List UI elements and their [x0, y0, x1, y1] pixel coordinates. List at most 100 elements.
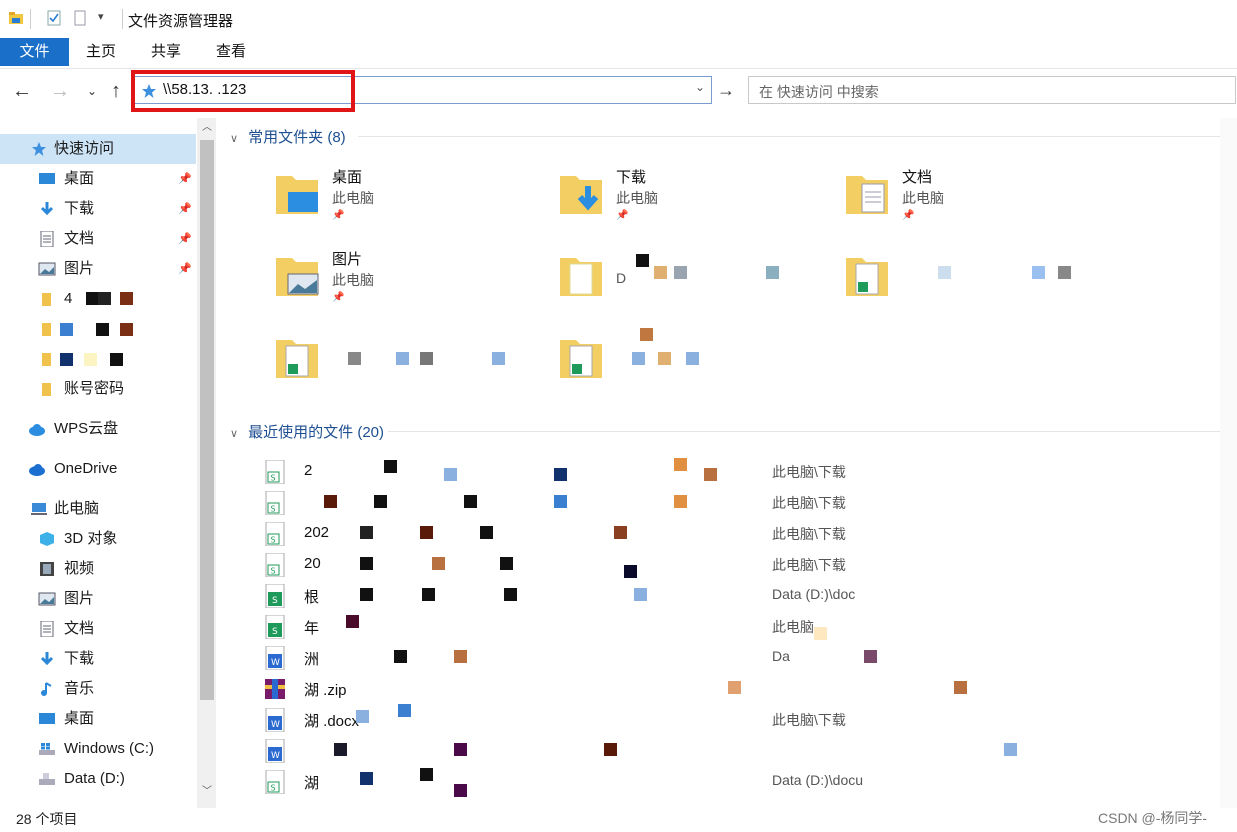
sidebar-item-label: 文档: [64, 230, 95, 247]
redacted-block: [346, 615, 359, 628]
sidebar-item-downloads[interactable]: 下载 📌: [0, 194, 196, 224]
desktop-icon: [39, 713, 55, 724]
divider: [388, 431, 1223, 432]
redacted-block: [420, 768, 433, 781]
sidebar-item-wps-cloud[interactable]: WPS云盘: [0, 414, 196, 444]
ribbon-tabs: 文件 主页 共享 查看: [0, 38, 1237, 69]
sidebar-item-desktop-pc[interactable]: 桌面: [0, 704, 196, 734]
search-placeholder: 在 快速访问 中搜索: [759, 84, 879, 100]
sidebar-item-documents[interactable]: 文档 📌: [0, 224, 196, 254]
sidebar-item-onedrive[interactable]: OneDrive: [0, 454, 196, 484]
recent-file-row[interactable]: S 根 Data (D:)\doc: [264, 580, 1224, 611]
file-location: 此电脑\下载: [772, 464, 846, 480]
folder-icon: [560, 258, 602, 296]
sidebar-item-desktop[interactable]: 桌面 📌: [0, 164, 196, 194]
sidebar-item-3d-objects[interactable]: 3D 对象: [0, 524, 196, 554]
recent-file-row[interactable]: S 此电脑\下载: [264, 487, 1224, 518]
sidebar-item-pictures-pc[interactable]: 图片: [0, 584, 196, 614]
folder-tile-downloads[interactable]: 下载 此电脑 📌: [558, 162, 838, 232]
go-arrow-button[interactable]: →: [716, 76, 736, 104]
properties-icon[interactable]: [46, 10, 62, 26]
recent-file-row[interactable]: S 2 此电脑\下载: [264, 456, 1224, 487]
recent-file-row[interactable]: W: [264, 735, 1224, 766]
redacted-block: [398, 704, 411, 717]
redacted-block: [704, 468, 717, 481]
folder-tile-pictures[interactable]: 图片 此电脑 📌: [274, 244, 554, 314]
sidebar-item-folder[interactable]: [0, 344, 196, 374]
pin-icon[interactable]: 📌: [178, 224, 192, 254]
recent-files-header[interactable]: ∨ 最近使用的文件 (20): [230, 421, 384, 441]
chevron-down-icon[interactable]: ⌄: [695, 80, 705, 94]
sidebar-item-label: 下载: [64, 650, 95, 667]
folder-tile-redacted[interactable]: [274, 326, 554, 396]
sidebar-item-quick-access[interactable]: 快速访问: [0, 134, 196, 164]
sidebar-item-this-pc[interactable]: 此电脑: [0, 494, 196, 524]
forward-button[interactable]: →: [48, 79, 72, 103]
sidebar-item-label: 文档: [64, 620, 95, 637]
svg-text:W: W: [271, 751, 280, 761]
recent-file-row[interactable]: S 湖 Data (D:)\docu: [264, 766, 1224, 797]
customize-toolbar-icon[interactable]: ▾: [98, 10, 104, 23]
recent-file-row[interactable]: S 202 此电脑\下载: [264, 518, 1224, 549]
recent-locations-button[interactable]: ⌄: [80, 79, 104, 103]
scroll-up-icon[interactable]: ︿: [200, 118, 214, 134]
pin-icon: 📌: [902, 210, 915, 221]
file-name: 202: [304, 524, 330, 541]
tab-home[interactable]: 主页: [78, 38, 124, 66]
folder-tile-desktop[interactable]: 桌面 此电脑 📌: [274, 162, 554, 232]
sidebar-item-drive-c[interactable]: Windows (C:): [0, 734, 196, 764]
content-scrollbar[interactable]: [1220, 118, 1237, 808]
redacted-block: [110, 353, 123, 366]
spreadsheet-file-icon: S: [265, 522, 285, 546]
sidebar-item-folder[interactable]: [0, 314, 196, 344]
recent-file-row[interactable]: W 湖 .docx 此电脑\下载: [264, 704, 1224, 735]
folder-tile-documents[interactable]: 文档 此电脑 📌: [844, 162, 1124, 232]
up-button[interactable]: ↑: [104, 79, 128, 103]
content-pane: ∨ 常用文件夹 (8) 桌面 此电脑 📌 下载 此电脑 📌 文档 此电脑 📌 图…: [218, 118, 1237, 808]
pin-icon[interactable]: 📌: [178, 194, 192, 224]
recent-file-row[interactable]: 湖 .zip: [264, 673, 1224, 704]
scroll-down-icon[interactable]: ﹀: [200, 782, 214, 798]
recent-file-row[interactable]: S 20 此电脑\下载: [264, 549, 1224, 580]
recent-file-row[interactable]: W 洲 Da: [264, 642, 1224, 673]
new-folder-icon[interactable]: [72, 10, 88, 26]
tab-share[interactable]: 共享: [143, 38, 189, 66]
folder-tile-redacted[interactable]: [844, 244, 1124, 314]
frequent-folders-header[interactable]: ∨ 常用文件夹 (8): [230, 126, 346, 146]
separator: [30, 9, 31, 29]
folder-tile-redacted[interactable]: [558, 326, 838, 396]
sidebar-item-folder[interactable]: 4: [0, 284, 196, 314]
sidebar-item-account-passwords[interactable]: 账号密码: [0, 374, 196, 404]
navigation-pane: 快速访问 桌面 📌 下载 📌 文档 📌 图片 📌 4 账号密码 WPS云盘 On…: [0, 118, 216, 808]
sidebar-item-videos[interactable]: 视频: [0, 554, 196, 584]
pin-icon[interactable]: 📌: [178, 254, 192, 284]
file-location: Data (D:)\docu: [772, 772, 864, 788]
redacted-block: [640, 328, 653, 341]
cube-icon: [40, 532, 54, 546]
file-location: 此电脑\下载: [772, 557, 846, 573]
tab-view[interactable]: 查看: [208, 38, 254, 66]
redacted-block: [324, 495, 337, 508]
tab-file[interactable]: 文件: [0, 38, 69, 66]
sidebar-item-pictures[interactable]: 图片 📌: [0, 254, 196, 284]
redacted-block: [360, 557, 373, 570]
sidebar-item-music[interactable]: 音乐: [0, 674, 196, 704]
sidebar-item-label: 4: [64, 290, 73, 307]
file-name: 根: [304, 589, 320, 606]
sidebar-item-documents-pc[interactable]: 文档: [0, 614, 196, 644]
chevron-down-icon[interactable]: ∨: [230, 132, 244, 145]
redacted-block: [360, 588, 373, 601]
redacted-block: [60, 353, 73, 366]
redacted-block: [728, 681, 741, 694]
search-input[interactable]: 在 快速访问 中搜索: [748, 76, 1236, 104]
music-note-icon: [41, 682, 52, 696]
recent-file-row[interactable]: S 年 此电脑: [264, 611, 1224, 642]
folder-tile-redacted[interactable]: D: [558, 244, 838, 314]
chevron-down-icon[interactable]: ∨: [230, 427, 244, 440]
word-file-icon: W: [265, 708, 285, 732]
sidebar-scrollbar-thumb[interactable]: [200, 140, 214, 700]
pin-icon[interactable]: 📌: [178, 164, 192, 194]
sidebar-item-downloads-pc[interactable]: 下载: [0, 644, 196, 674]
back-button[interactable]: ←: [10, 79, 34, 103]
sidebar-item-drive-d[interactable]: Data (D:): [0, 764, 196, 794]
